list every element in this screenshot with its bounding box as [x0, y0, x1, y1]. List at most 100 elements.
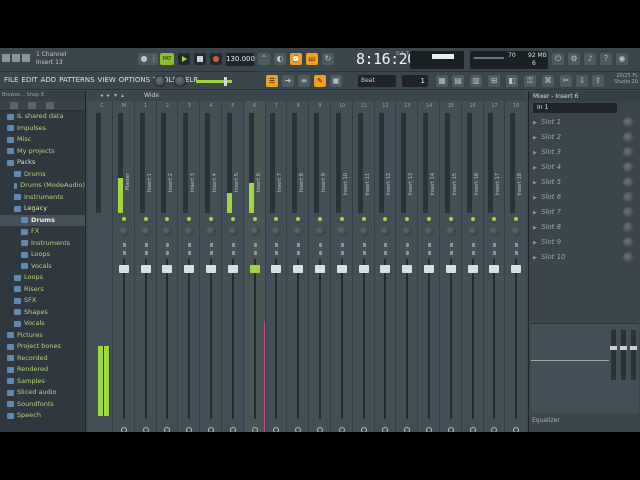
cpu-settings-icon[interactable]: ⚙	[568, 53, 580, 65]
volume-fader[interactable]	[227, 265, 238, 273]
route-button[interactable]	[382, 427, 389, 432]
pan-knob[interactable]	[511, 226, 522, 236]
mixer-strip[interactable]: 17 Insert 17	[484, 101, 506, 432]
browser-item[interactable]: Drums (ModeAudio)	[0, 180, 85, 192]
effect-slot[interactable]: ▶ Slot 3	[533, 145, 640, 160]
browser-back-icon[interactable]	[10, 102, 18, 109]
volume-fader[interactable]	[315, 265, 325, 273]
route-button[interactable]	[317, 427, 323, 432]
browser-item[interactable]: Recorded	[0, 353, 85, 365]
stereo-separation[interactable]	[144, 243, 148, 255]
browser-item[interactable]: Impulses	[0, 123, 85, 135]
browser-view-icon[interactable]	[28, 102, 36, 109]
minimize-icon[interactable]	[12, 54, 20, 62]
mixer-icon[interactable]: ≡	[298, 75, 310, 87]
menu-file[interactable]: FILE	[4, 76, 18, 84]
mixer-strip[interactable]: 5 Insert 5	[223, 101, 244, 432]
blend-notes-icon[interactable]: ш	[306, 53, 318, 65]
stereo-separation[interactable]	[122, 243, 126, 255]
slot-arrow-icon[interactable]: ▶	[533, 120, 537, 126]
brush-icon[interactable]: ✎	[314, 75, 326, 87]
route-button[interactable]	[404, 427, 411, 432]
mixer-strip[interactable]: 10 Insert 10	[332, 101, 353, 432]
stereo-separation[interactable]	[362, 243, 366, 255]
browser-item[interactable]: My projects	[0, 146, 85, 158]
browser-item[interactable]: Instruments	[0, 238, 85, 250]
browser-item[interactable]: Shapes	[0, 307, 85, 319]
mixer-view-label[interactable]: Wide	[144, 92, 159, 99]
volume-fader[interactable]	[336, 265, 347, 273]
wrench-icon[interactable]: ✂	[560, 75, 572, 87]
strip-enable-led[interactable]	[209, 217, 213, 221]
lock-icon[interactable]: ▣	[330, 75, 342, 87]
volume-fader[interactable]	[467, 265, 478, 273]
strip-enable-led[interactable]	[143, 217, 148, 221]
route-button[interactable]	[229, 427, 236, 432]
volume-fader[interactable]	[271, 265, 282, 273]
record-button[interactable]	[210, 53, 222, 65]
slot-arrow-icon[interactable]: ▶	[533, 240, 537, 246]
browser-item[interactable]: Vocals	[0, 318, 85, 330]
mixer-nav-arrows[interactable]: ◂▸▾▴	[100, 92, 128, 99]
slot-mix-knob[interactable]	[623, 117, 634, 128]
mixer-strip[interactable]: 15 Insert 15	[441, 101, 462, 432]
pan-knob[interactable]	[140, 226, 151, 236]
stereo-separation[interactable]	[210, 243, 213, 255]
strip-enable-led[interactable]	[514, 217, 519, 221]
stereo-separation[interactable]	[188, 243, 192, 255]
route-button[interactable]	[469, 427, 476, 432]
stereo-separation[interactable]	[297, 243, 301, 255]
volume-fader[interactable]	[380, 265, 391, 273]
snap-select[interactable]: Beat	[358, 75, 396, 87]
menu-edit[interactable]: EDIT	[21, 76, 37, 84]
pan-knob[interactable]	[184, 226, 195, 236]
microphone-icon[interactable]: ♪	[584, 53, 596, 65]
pan-knob[interactable]	[271, 226, 282, 236]
countdown-icon[interactable]: ⌚	[290, 53, 302, 65]
menu-icon[interactable]	[2, 54, 10, 62]
effect-slot[interactable]: ▶ Slot 7	[533, 205, 640, 220]
mixer-strip[interactable]: 1 Insert 1	[136, 101, 157, 432]
route-button[interactable]	[513, 427, 520, 432]
slot-arrow-icon[interactable]: ▶	[533, 225, 537, 231]
volume-fader[interactable]	[489, 265, 500, 273]
mixer-view-icon[interactable]: ⊞	[488, 75, 500, 87]
effect-slot[interactable]: ▶ Slot 5	[533, 175, 640, 190]
route-button[interactable]	[295, 427, 302, 432]
slot-mix-knob[interactable]	[623, 207, 634, 218]
pan-knob[interactable]	[445, 226, 456, 236]
pan-knob[interactable]	[206, 226, 216, 236]
slot-mix-knob[interactable]	[623, 177, 634, 188]
browser-item[interactable]: Legacy	[0, 203, 85, 215]
menu-patterns[interactable]: PATTERNS	[59, 76, 94, 84]
browser-item[interactable]: Project bones	[0, 341, 85, 353]
master-volume-slider[interactable]	[196, 77, 232, 86]
slot-arrow-icon[interactable]: ▶	[533, 150, 537, 156]
browser-item[interactable]: Rendered	[0, 364, 85, 376]
pan-knob[interactable]	[227, 226, 238, 236]
mic-icon[interactable]: ●	[138, 53, 150, 65]
piano-roll-icon[interactable]: ▦	[436, 75, 448, 87]
plugin-icon[interactable]: ⚿	[524, 75, 536, 87]
strip-enable-led[interactable]	[121, 217, 126, 221]
stereo-separation[interactable]	[231, 243, 235, 255]
stereo-separation[interactable]	[319, 243, 322, 255]
volume-fader[interactable]	[402, 265, 413, 273]
browser-item[interactable]: Pictures	[0, 330, 85, 342]
effect-slot[interactable]: ▶ Slot 6	[533, 190, 640, 205]
route-button[interactable]	[426, 427, 432, 432]
mixer-strip[interactable]: 7 Insert 7	[266, 101, 288, 432]
mixer-strip[interactable]: 16 Insert 16	[463, 101, 484, 432]
volume-fader[interactable]	[293, 265, 304, 273]
mixer-strip[interactable]: 2 Insert 2	[157, 101, 179, 432]
route-button[interactable]	[491, 427, 498, 432]
pan-knob[interactable]	[467, 226, 478, 236]
browser-item[interactable]: SFX	[0, 295, 85, 307]
strip-enable-led[interactable]	[427, 217, 431, 221]
menu-options[interactable]: OPTIONS	[119, 76, 150, 84]
browser-item[interactable]: Packs	[0, 157, 85, 169]
browser-item[interactable]: Drums	[0, 169, 85, 181]
pan-knob[interactable]	[293, 226, 304, 236]
browser-item[interactable]: Loops	[0, 249, 85, 261]
route-button[interactable]	[120, 427, 127, 432]
